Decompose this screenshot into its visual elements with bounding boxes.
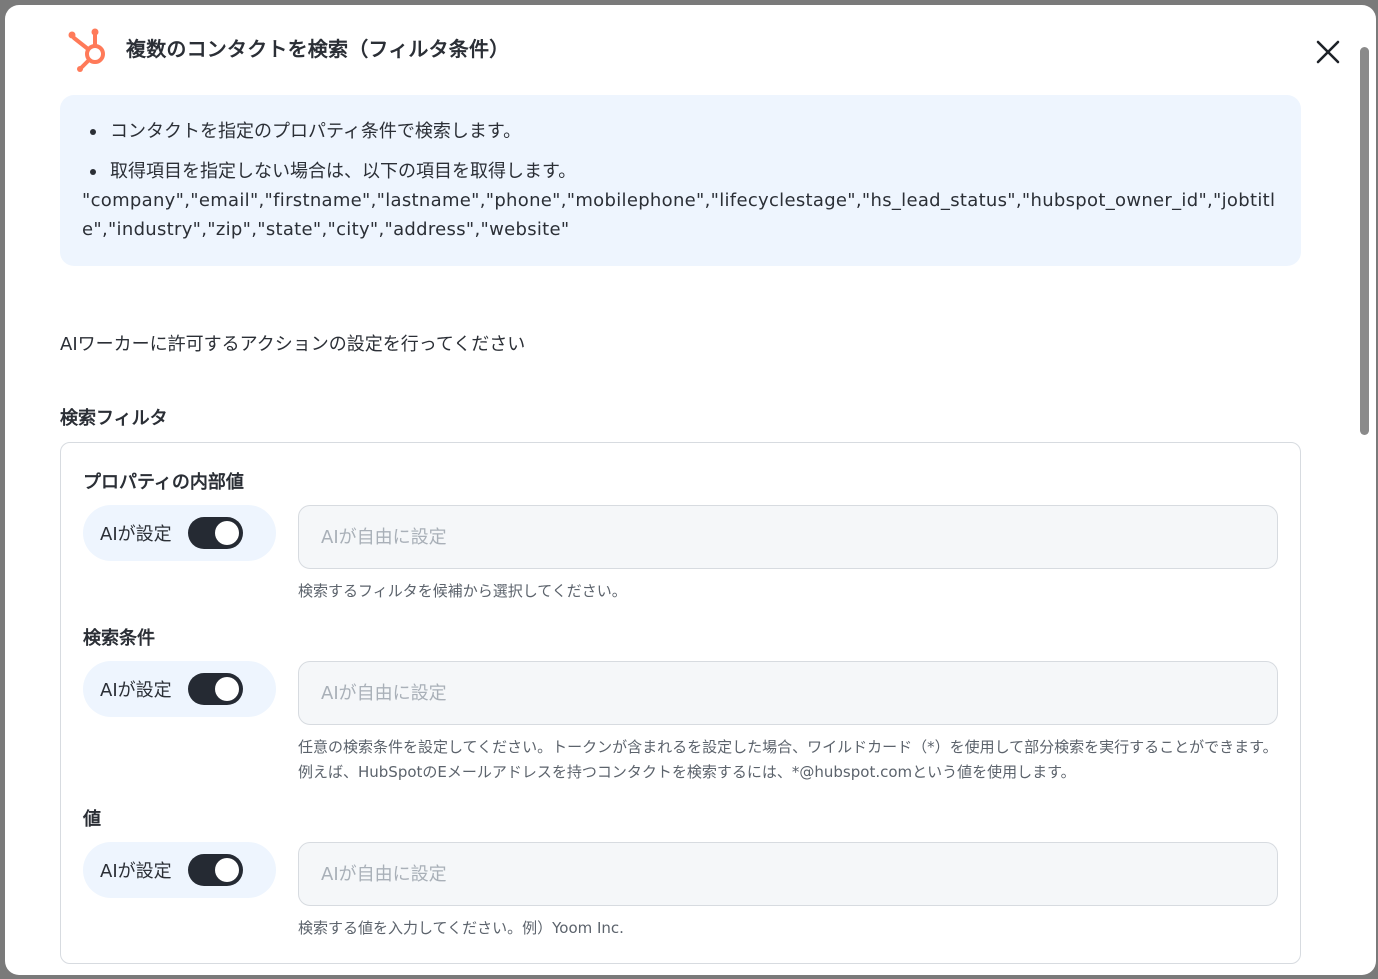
property-input[interactable] (298, 505, 1278, 569)
field-label-property: プロパティの内部値 (83, 472, 244, 493)
section-title: 検索フィルタ (60, 408, 168, 429)
hubspot-logo-icon (68, 28, 105, 72)
instruction-text: AIワーカーに許可するアクションの設定を行ってください (60, 334, 526, 355)
info-bullet: コンタクトを指定のプロパティ条件で検索します。 (82, 117, 1279, 146)
ai-toggle-label: AIが設定 (100, 680, 172, 701)
scrollbar[interactable] (1358, 41, 1370, 971)
help-text: 検索する値を入力してください。例）Yoom Inc. (298, 919, 624, 937)
ai-toggle-label: AIが設定 (100, 861, 172, 882)
ai-toggle-label: AIが設定 (100, 524, 172, 545)
field-label-value: 値 (83, 809, 101, 830)
ai-setting-toggle[interactable]: AIが設定 (83, 842, 276, 898)
value-input[interactable] (298, 842, 1278, 906)
bullet-icon (90, 168, 96, 175)
help-text: 検索するフィルタを候補から選択してください。 (298, 582, 627, 600)
info-bullet: 取得項目を指定しない場合は、以下の項目を取得します。 (82, 157, 1279, 186)
ai-setting-toggle[interactable]: AIが設定 (83, 505, 276, 561)
bullet-icon (90, 128, 96, 135)
toggle-switch[interactable] (188, 673, 243, 705)
info-bullet-text: 取得項目を指定しない場合は、以下の項目を取得します。 (110, 161, 577, 182)
close-icon[interactable] (1313, 37, 1343, 67)
modal-title: 複数のコンタクトを検索（フィルタ条件） (126, 37, 510, 61)
toggle-knob (215, 677, 239, 701)
toggle-knob (215, 521, 239, 545)
help-text: 任意の検索条件を設定してください。トークンが含まれるを設定した場合、ワイルドカー… (298, 738, 1278, 781)
search-filter-panel: プロパティの内部値 AIが設定 検索するフィルタを候補から選択してください。 検… (60, 442, 1301, 964)
info-bullet-text: コンタクトを指定のプロパティ条件で検索します。 (110, 121, 522, 142)
modal-dialog: 複数のコンタクトを検索（フィルタ条件） コンタクトを指定のプロパティ条件で検索し… (5, 5, 1376, 975)
condition-input[interactable] (298, 661, 1278, 725)
field-label-condition: 検索条件 (83, 628, 155, 649)
default-fields-list: "company","email","firstname","lastname"… (82, 190, 1276, 240)
info-box: コンタクトを指定のプロパティ条件で検索します。 取得項目を指定しない場合は、以下… (60, 95, 1301, 266)
toggle-switch[interactable] (188, 854, 243, 886)
toggle-knob (215, 858, 239, 882)
toggle-switch[interactable] (188, 517, 243, 549)
scrollbar-thumb[interactable] (1360, 47, 1369, 435)
ai-setting-toggle[interactable]: AIが設定 (83, 661, 276, 717)
modal-header: 複数のコンタクトを検索（フィルタ条件） (5, 5, 1345, 85)
